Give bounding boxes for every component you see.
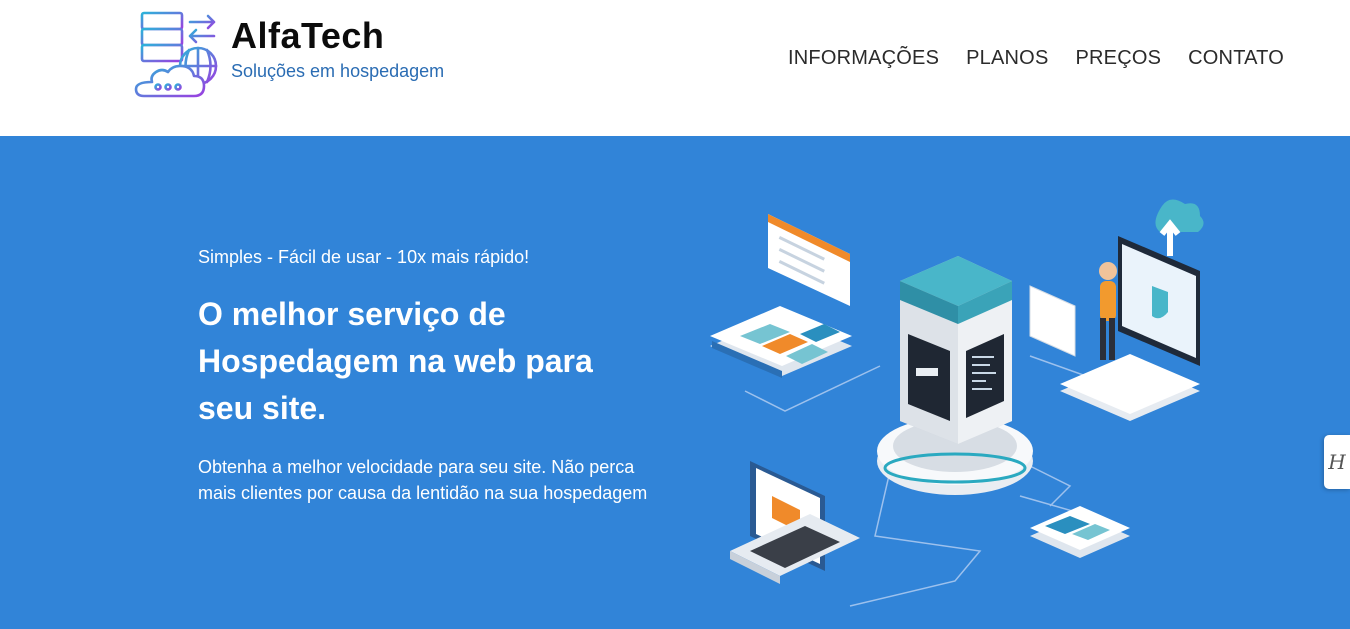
nav-link-contato[interactable]: CONTATO: [1188, 45, 1284, 71]
nav-link-planos[interactable]: PLANOS: [966, 45, 1048, 71]
site-header: AlfaTech Soluções em hospedagem INFORMAÇ…: [0, 0, 1350, 136]
hostinger-h-icon: H: [1328, 450, 1346, 474]
stacked-cards: [1030, 506, 1130, 558]
laptop: [730, 461, 860, 584]
main-nav: INFORMAÇÕES PLANOS PREÇOS CONTATO: [788, 45, 1284, 71]
side-widget-tab[interactable]: H: [1324, 435, 1350, 489]
hero-description: Obtenha a melhor velocidade para seu sit…: [198, 457, 648, 503]
nav-link-informacoes[interactable]: INFORMAÇÕES: [788, 45, 939, 71]
hero-eyebrow: Simples - Fácil de usar - 10x mais rápid…: [198, 247, 530, 267]
dashboard-tablet: [710, 306, 852, 378]
brand-text: AlfaTech Soluções em hospedagem: [231, 16, 444, 82]
brand-name: AlfaTech: [231, 15, 385, 56]
hero-headline: O melhor serviço de Hospedagem na web pa…: [198, 296, 593, 426]
hero-section: Simples - Fácil de usar - 10x mais rápid…: [0, 136, 1350, 629]
central-server: [877, 256, 1033, 495]
nav-link-precos[interactable]: PREÇOS: [1075, 45, 1161, 71]
brand-tagline: Soluções em hospedagem: [231, 61, 445, 81]
person-security-screen: [1029, 199, 1204, 421]
browser-panel-topleft: [768, 214, 850, 306]
brand-logo[interactable]: AlfaTech Soluções em hospedagem: [132, 10, 444, 100]
isometric-server-network-illustration: [710, 199, 1204, 607]
server-cloud-icon: [134, 11, 218, 98]
